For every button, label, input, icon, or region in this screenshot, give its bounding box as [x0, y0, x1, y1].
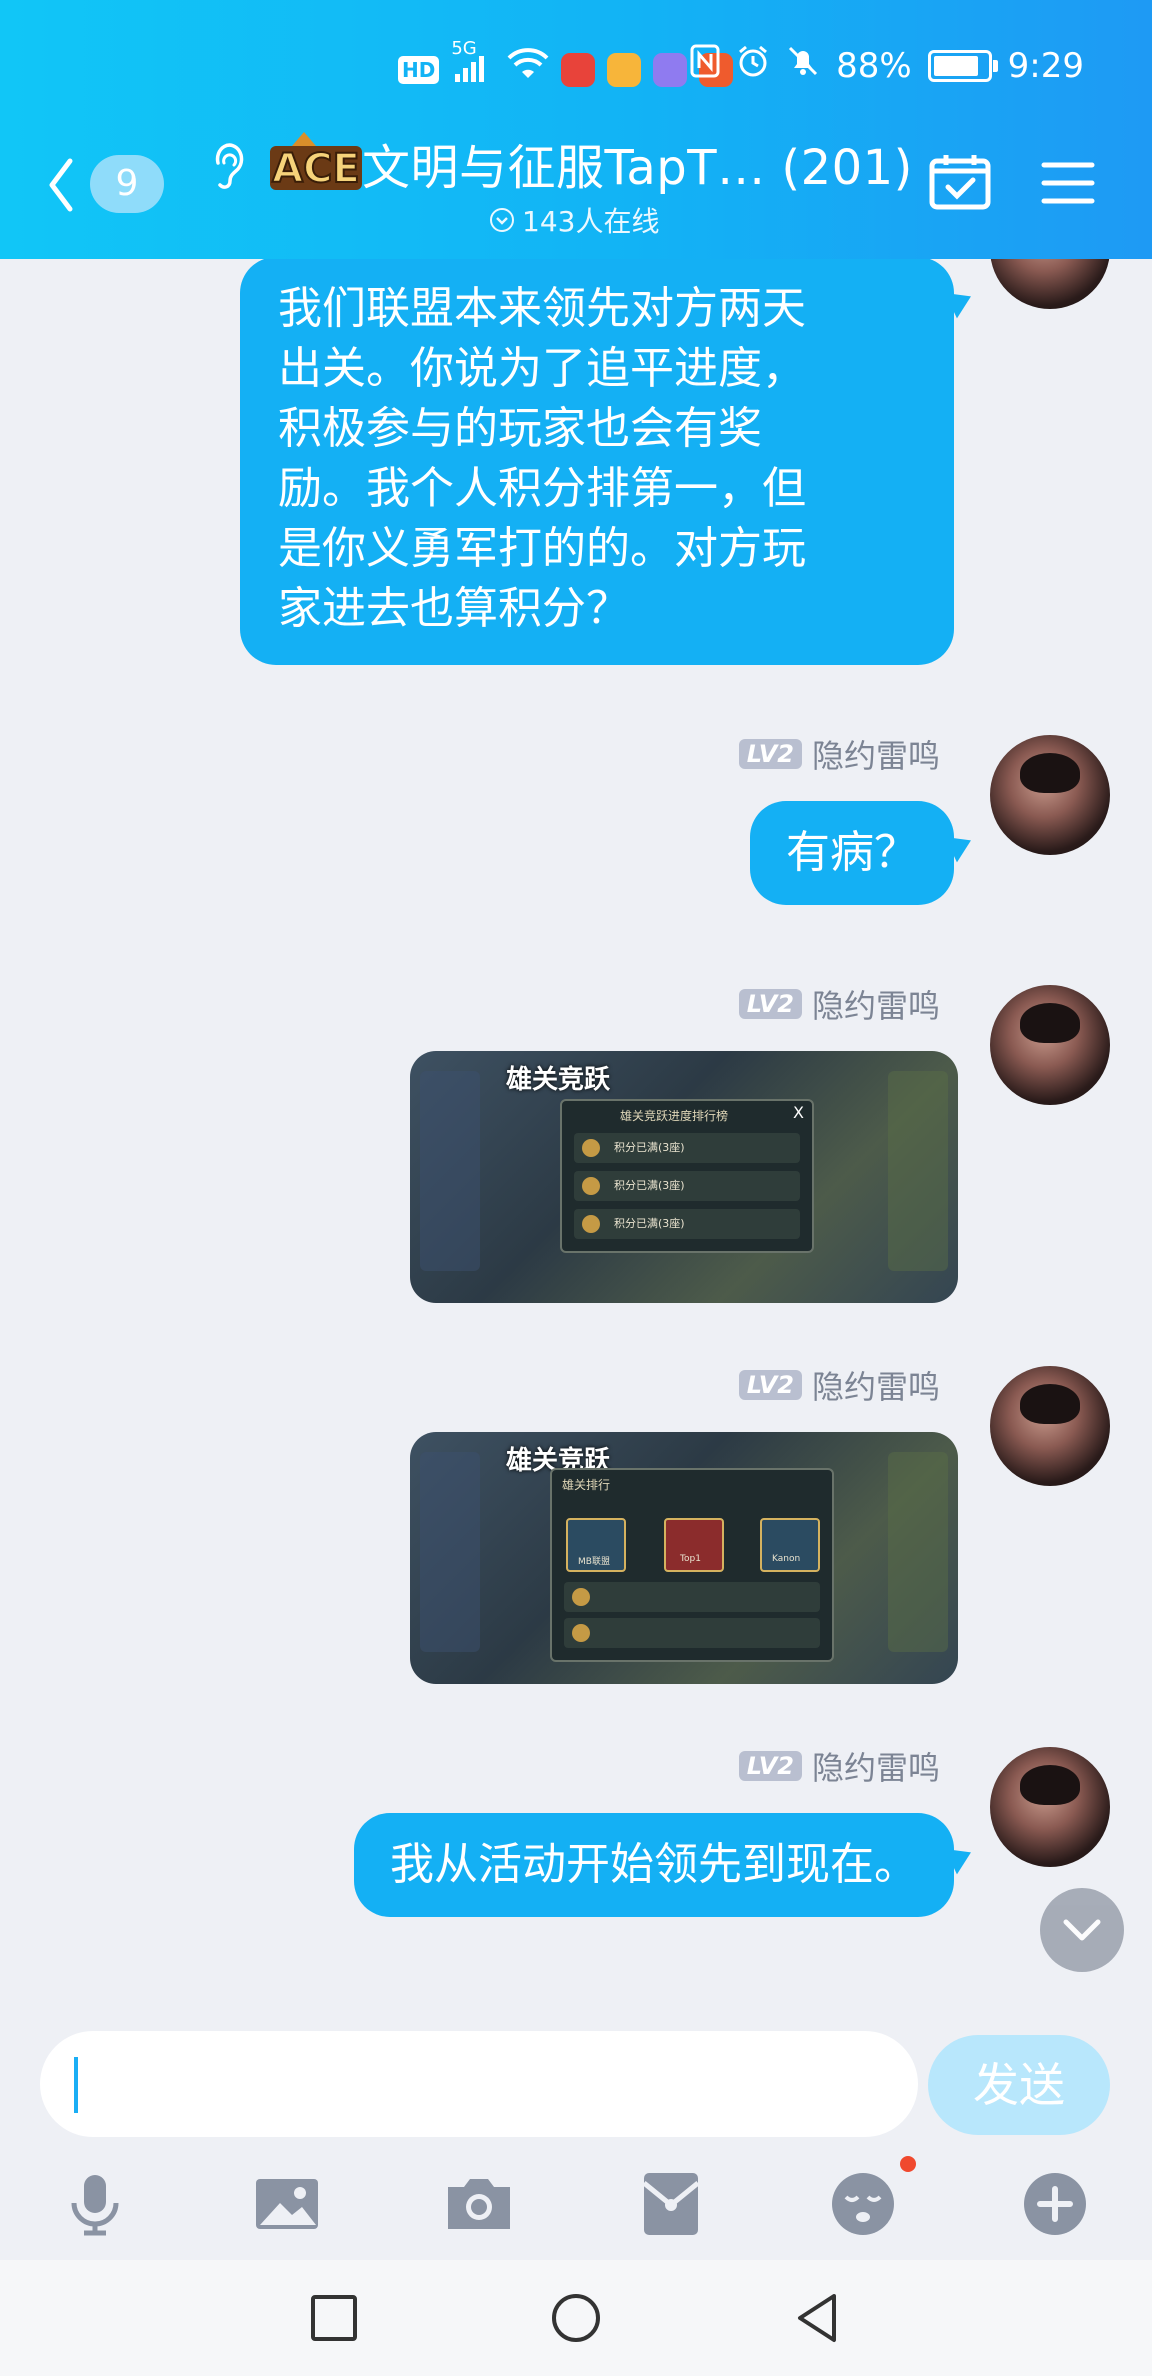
emoji-icon[interactable]: [828, 2169, 898, 2239]
chat-header: HD 5G 88% 9:29 9 ACE 文明与征服TapT… (201) 14…: [0, 0, 1152, 259]
online-chevron-icon: [490, 208, 514, 232]
level-badge: LV2: [738, 989, 802, 1019]
avatar[interactable]: [990, 735, 1110, 855]
message-input[interactable]: [40, 2031, 918, 2137]
svg-text:ACE: ACE: [272, 146, 360, 192]
send-button[interactable]: 发送: [928, 2035, 1110, 2135]
sender-row: LV2 隐约雷鸣: [738, 981, 940, 1027]
input-area: 发送: [0, 2001, 1152, 2260]
sender-row: LV2 隐约雷鸣: [738, 1743, 940, 1789]
avatar[interactable]: [990, 1366, 1110, 1486]
system-navigation-bar: [0, 2260, 1152, 2376]
input-toolbar: [0, 2159, 1152, 2245]
message-list[interactable]: 我们联盟本来领先对方两天 出关。你说为了追平进度， 积极参与的玩家也会有奖 励。…: [0, 259, 1152, 2001]
online-count-label: 143人在线: [522, 205, 660, 238]
sender-name[interactable]: 隐约雷鸣: [812, 1362, 940, 1408]
sender-name[interactable]: 隐约雷鸣: [812, 1743, 940, 1789]
image-title: 雄关竞跃: [506, 1065, 611, 1095]
back-chevron-icon[interactable]: [46, 155, 76, 215]
hd-indicator: HD: [398, 55, 440, 84]
online-count: 143人在线: [490, 200, 659, 240]
scroll-to-bottom-button[interactable]: [1040, 1888, 1124, 1972]
menu-icon[interactable]: [1040, 160, 1096, 206]
wifi-icon: [507, 48, 549, 91]
alarm-icon: [736, 44, 770, 87]
back-nav-icon[interactable]: [790, 2290, 846, 2346]
camera-icon[interactable]: [444, 2169, 514, 2239]
red-packet-icon[interactable]: [636, 2169, 706, 2239]
ear-icon[interactable]: [208, 143, 248, 193]
chevron-down-icon: [1063, 1919, 1101, 1941]
unread-count-badge[interactable]: 9: [90, 155, 164, 213]
level-badge: LV2: [738, 1370, 802, 1400]
image-icon[interactable]: [252, 2169, 322, 2239]
level-badge: LV2: [738, 1751, 802, 1781]
nfc-icon: [690, 44, 720, 87]
avatar[interactable]: [990, 259, 1110, 309]
group-title[interactable]: 文明与征服TapT… (201): [362, 128, 913, 198]
message-bubble[interactable]: 我从活动开始领先到现在。: [354, 1813, 954, 1917]
recent-apps-icon[interactable]: [306, 2290, 362, 2346]
ranking-panel: 雄关排行 MB联盟 Top1 Kanon: [550, 1468, 834, 1662]
image-message[interactable]: 雄关竞跃 雄关竞跃进度排行榜 X 积分已满(3座) 积分已满(3座) 积分已满(…: [410, 1051, 958, 1303]
home-icon[interactable]: [548, 2290, 604, 2346]
level-badge: LV2: [738, 739, 802, 769]
message-bubble[interactable]: 我们联盟本来领先对方两天 出关。你说为了追平进度， 积极参与的玩家也会有奖 励。…: [240, 259, 954, 665]
mute-icon: [786, 44, 820, 87]
avatar[interactable]: [990, 1747, 1110, 1867]
plus-icon[interactable]: [1020, 2169, 1090, 2239]
calendar-check-icon[interactable]: [928, 153, 992, 211]
battery-percent: 88%: [836, 45, 912, 86]
leaderboard-panel: 雄关竞跃进度排行榜 X 积分已满(3座) 积分已满(3座) 积分已满(3座): [560, 1099, 814, 1253]
battery-icon: [927, 49, 998, 82]
group-avatar-ace-logo[interactable]: ACE: [268, 128, 364, 194]
image-message[interactable]: 雄关竞跃 雄关排行 MB联盟 Top1 Kanon: [410, 1432, 958, 1684]
sender-name[interactable]: 隐约雷鸣: [812, 981, 940, 1027]
app-icon-yellow: [607, 52, 642, 87]
app-icon-purple: [653, 52, 688, 87]
sender-row: LV2 隐约雷鸣: [738, 731, 940, 777]
avatar[interactable]: [990, 985, 1110, 1105]
signal-icon: 5G: [451, 38, 495, 89]
text-cursor: [74, 2057, 78, 2113]
message-bubble[interactable]: 有病？: [750, 801, 954, 905]
clock: 9:29: [1007, 45, 1084, 86]
notification-dot: [900, 2156, 916, 2172]
app-icon-red: [561, 52, 596, 87]
sender-row: LV2 隐约雷鸣: [738, 1362, 940, 1408]
microphone-icon[interactable]: [60, 2169, 130, 2239]
sender-name[interactable]: 隐约雷鸣: [812, 731, 940, 777]
status-bar: HD 5G 88% 9:29: [0, 38, 1152, 92]
